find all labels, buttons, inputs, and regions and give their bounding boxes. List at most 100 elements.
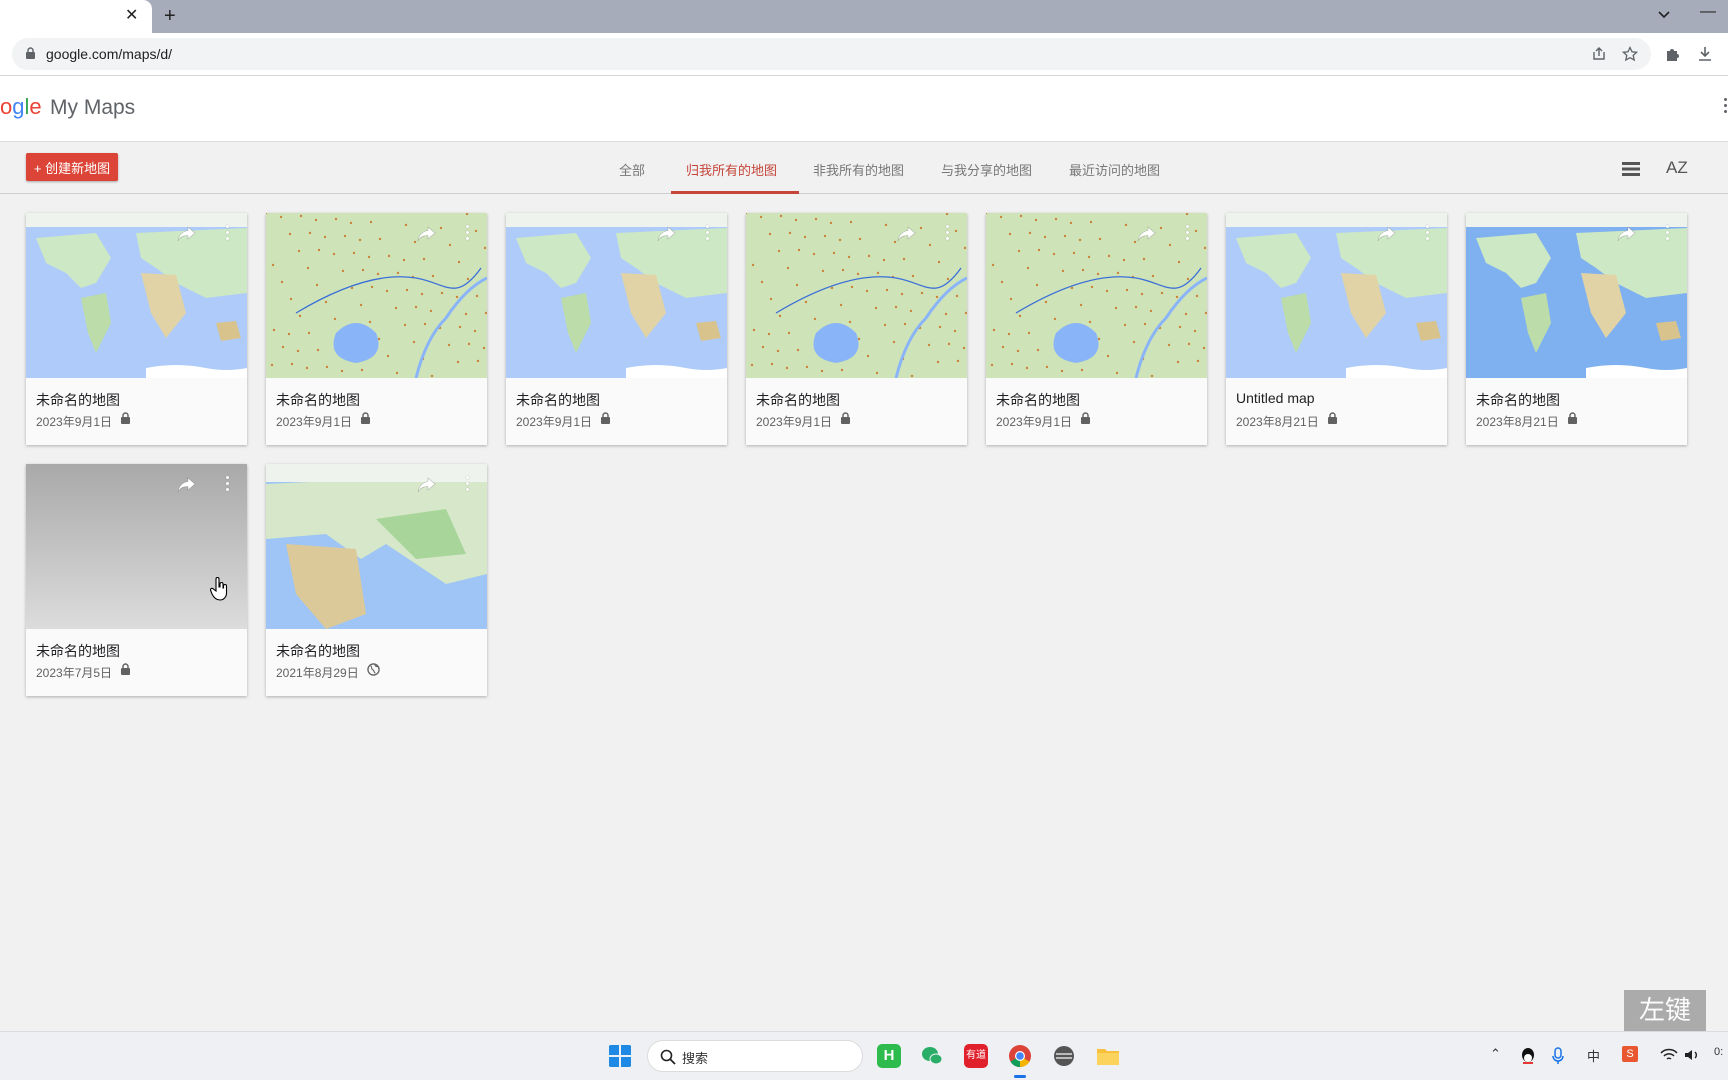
tab-all[interactable]: 全部 — [619, 160, 645, 179]
map-card[interactable]: 未命名的地图 2023年9月1日 — [266, 213, 487, 445]
browser-toolbar: google.com/maps/d/ — [0, 33, 1728, 76]
sort-az-icon[interactable]: AZ — [1666, 158, 1688, 178]
more-options-icon[interactable] — [224, 476, 232, 494]
remote-desktop-app-icon[interactable] — [1052, 1044, 1076, 1068]
windows-taskbar: 搜索 H 有道 ⌃ 中 S 0: — [0, 1031, 1728, 1080]
wechat-app-icon[interactable] — [920, 1044, 944, 1068]
more-options-icon[interactable] — [1424, 225, 1432, 243]
map-card[interactable]: 未命名的地图 2023年8月21日 — [1466, 213, 1687, 445]
hbuilder-app-icon[interactable]: H — [877, 1044, 901, 1068]
map-title: 未命名的地图 — [276, 392, 360, 408]
key-indicator-watermark: 左键 — [1624, 990, 1706, 1032]
url-text[interactable]: google.com/maps/d/ — [46, 46, 172, 62]
map-thumbnail[interactable] — [266, 464, 487, 629]
map-card[interactable]: 未命名的地图 2021年8月29日 — [266, 464, 487, 696]
share-icon[interactable] — [1377, 225, 1397, 243]
file-explorer-app-icon[interactable] — [1096, 1044, 1120, 1068]
share-icon[interactable] — [417, 476, 437, 494]
map-title: Untitled map — [1236, 390, 1315, 406]
tray-overflow-chevron-icon[interactable]: ⌃ — [1490, 1046, 1501, 1062]
map-card[interactable]: 未命名的地图 2023年9月1日 — [986, 213, 1207, 445]
microphone-icon[interactable] — [1552, 1047, 1564, 1065]
map-title: 未命名的地图 — [516, 392, 600, 408]
map-date: 2023年8月21日 — [1236, 415, 1319, 429]
lock-icon — [26, 47, 35, 59]
map-date: 2023年9月1日 — [276, 415, 353, 429]
app-more-options-icon[interactable] — [1722, 98, 1728, 120]
share-icon[interactable] — [177, 476, 197, 494]
share-icon[interactable] — [1137, 225, 1157, 243]
map-thumbnail[interactable] — [1226, 213, 1447, 378]
lock-icon — [1567, 412, 1577, 424]
map-thumbnail-world — [506, 213, 727, 378]
map-card[interactable]: Untitled map 2023年8月21日 — [1226, 213, 1447, 445]
more-options-icon[interactable] — [1184, 225, 1192, 243]
close-tab-icon[interactable]: ✕ — [125, 7, 138, 25]
map-thumbnail[interactable] — [1466, 213, 1687, 378]
map-thumbnail[interactable] — [746, 213, 967, 378]
more-options-icon[interactable] — [1664, 225, 1672, 243]
map-thumbnail-route — [986, 213, 1207, 378]
product-name: My Maps — [50, 96, 136, 119]
clock-text: 0: — [1714, 1046, 1724, 1058]
youdao-app-icon[interactable]: 有道 — [964, 1044, 988, 1068]
more-options-icon[interactable] — [464, 225, 472, 243]
share-page-icon[interactable] — [1591, 46, 1607, 62]
wifi-icon[interactable] — [1660, 1048, 1678, 1062]
share-icon[interactable] — [177, 225, 197, 243]
download-icon[interactable] — [1697, 46, 1713, 62]
browser-tab[interactable]: ✕ — [0, 0, 152, 33]
more-options-icon[interactable] — [464, 476, 472, 494]
active-app-indicator — [1014, 1075, 1026, 1078]
share-icon[interactable] — [417, 225, 437, 243]
more-options-icon[interactable] — [224, 225, 232, 243]
ime-indicator[interactable]: 中 — [1587, 1046, 1600, 1065]
lock-icon — [841, 412, 851, 424]
volume-icon[interactable] — [1684, 1048, 1700, 1062]
map-thumbnail[interactable] — [26, 464, 247, 629]
browser-tab-strip: ✕ + — — [0, 0, 1728, 33]
tab-not-owned-by-me[interactable]: 非我所有的地图 — [813, 160, 904, 179]
map-title: 未命名的地图 — [996, 392, 1080, 408]
qq-tray-icon[interactable] — [1520, 1047, 1536, 1065]
share-icon[interactable] — [657, 225, 677, 243]
map-thumbnail-world — [1466, 213, 1687, 378]
tab-shared-with-me[interactable]: 与我分享的地图 — [941, 160, 1032, 179]
globe-icon — [366, 663, 380, 676]
map-card[interactable]: 未命名的地图 2023年9月1日 — [506, 213, 727, 445]
extensions-puzzle-icon[interactable] — [1665, 46, 1681, 62]
tab-owned-by-me[interactable]: 归我所有的地图 — [686, 160, 777, 179]
create-map-button[interactable]: + 创建新地图 — [26, 153, 118, 181]
lock-icon — [121, 412, 131, 424]
tab-recently-viewed[interactable]: 最近访问的地图 — [1069, 160, 1160, 179]
google-logo[interactable]: ogle — [0, 94, 42, 120]
map-thumbnail[interactable] — [506, 213, 727, 378]
app-header: ogle My Maps — [0, 76, 1728, 142]
bookmark-star-icon[interactable] — [1622, 46, 1638, 62]
map-card[interactable]: 未命名的地图 2023年9月1日 — [26, 213, 247, 445]
windows-start-icon[interactable] — [608, 1044, 632, 1068]
address-bar[interactable]: google.com/maps/d/ — [12, 38, 1651, 70]
map-thumbnail[interactable] — [266, 213, 487, 378]
map-date: 2023年8月21日 — [1476, 415, 1559, 429]
share-icon[interactable] — [897, 225, 917, 243]
map-thumbnail-world — [1226, 213, 1447, 378]
taskbar-search[interactable]: 搜索 — [647, 1040, 863, 1072]
map-date: 2023年9月1日 — [516, 415, 593, 429]
map-card[interactable]: 未命名的地图 2023年9月1日 — [746, 213, 967, 445]
tab-search-chevron-icon[interactable] — [1654, 5, 1674, 25]
map-thumbnail-blank — [26, 464, 247, 629]
map-date: 2023年9月1日 — [36, 415, 113, 429]
more-options-icon[interactable] — [704, 225, 712, 243]
list-view-icon[interactable] — [1622, 161, 1640, 177]
window-minimize-icon[interactable]: — — [1700, 3, 1716, 21]
more-options-icon[interactable] — [944, 225, 952, 243]
sogou-tray-icon[interactable]: S — [1622, 1046, 1638, 1062]
share-icon[interactable] — [1617, 225, 1637, 243]
map-thumbnail[interactable] — [26, 213, 247, 378]
map-thumbnail[interactable] — [986, 213, 1207, 378]
map-title: 未命名的地图 — [36, 392, 120, 408]
chrome-app-icon[interactable] — [1008, 1044, 1032, 1068]
new-tab-icon[interactable]: + — [164, 5, 176, 27]
lock-icon — [601, 412, 611, 424]
